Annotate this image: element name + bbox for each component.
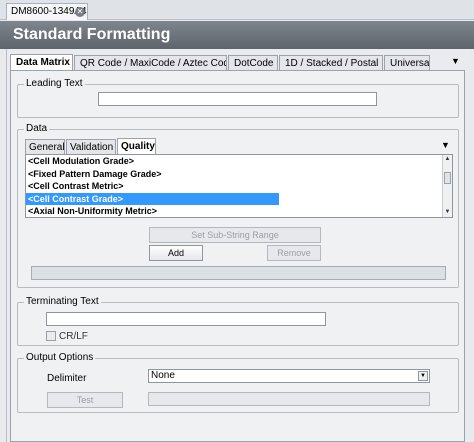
test-output-field xyxy=(148,392,430,406)
tab-dotcode[interactable]: DotCode xyxy=(228,55,278,71)
list-item[interactable]: <Cell Modulation Grade> xyxy=(26,155,452,168)
terminating-text-input[interactable] xyxy=(46,312,326,326)
data-group-label: Data xyxy=(24,123,50,134)
remove-button[interactable]: Remove xyxy=(267,245,321,261)
test-button[interactable]: Test xyxy=(47,392,123,408)
document-tab[interactable]: DM8600-1349A4 ✕ xyxy=(6,3,88,20)
tab-universal[interactable]: Universal xyxy=(384,55,430,71)
chevron-down-icon[interactable]: ▼ xyxy=(441,140,450,150)
leading-text-label: Leading Text xyxy=(24,78,85,89)
close-icon[interactable]: ✕ xyxy=(75,7,85,17)
set-substring-range-button[interactable]: Set Sub-String Range xyxy=(149,227,321,243)
chevron-down-icon[interactable]: ▼ xyxy=(451,56,460,66)
tab-data-matrix[interactable]: Data Matrix xyxy=(10,54,73,71)
crlf-label: CR/LF xyxy=(59,331,88,342)
tab-validation[interactable]: Validation xyxy=(66,139,116,154)
scroll-down-icon[interactable]: ▼ xyxy=(443,208,452,217)
tab-general[interactable]: General xyxy=(25,139,65,154)
delimiter-select[interactable]: None ▼ xyxy=(148,369,430,383)
crlf-checkbox[interactable] xyxy=(46,331,56,341)
scroll-thumb[interactable] xyxy=(444,172,451,184)
substring-preview-field xyxy=(31,266,446,280)
list-item-selected[interactable]: <Cell Contrast Grade> xyxy=(26,192,279,205)
delimiter-label: Delimiter xyxy=(47,373,87,384)
tab-qr-code[interactable]: QR Code / MaxiCode / Aztec Code xyxy=(74,55,227,71)
list-scrollbar[interactable]: ▲ ▼ xyxy=(442,155,452,217)
output-options-label: Output Options xyxy=(24,352,96,363)
list-item[interactable]: <Axial Non-Uniformity Metric> xyxy=(26,205,452,217)
quality-metrics-list[interactable]: <Cell Modulation Grade> <Fixed Pattern D… xyxy=(25,154,453,218)
tab-quality[interactable]: Quality xyxy=(117,138,156,154)
terminating-text-label: Terminating Text xyxy=(24,296,101,307)
list-item[interactable]: <Cell Contrast Metric> xyxy=(26,180,452,193)
chevron-down-icon[interactable]: ▼ xyxy=(418,371,428,381)
list-item[interactable]: <Fixed Pattern Damage Grade> xyxy=(26,168,452,181)
document-tab-bar: DM8600-1349A4 ✕ xyxy=(0,0,474,20)
leading-text-input[interactable] xyxy=(98,92,377,106)
page-title: Standard Formatting xyxy=(0,21,474,49)
add-button[interactable]: Add xyxy=(149,245,203,261)
tab-1d-stacked-postal[interactable]: 1D / Stacked / Postal xyxy=(279,55,383,71)
delimiter-value: None xyxy=(151,370,175,381)
scroll-up-icon[interactable]: ▲ xyxy=(443,155,452,164)
